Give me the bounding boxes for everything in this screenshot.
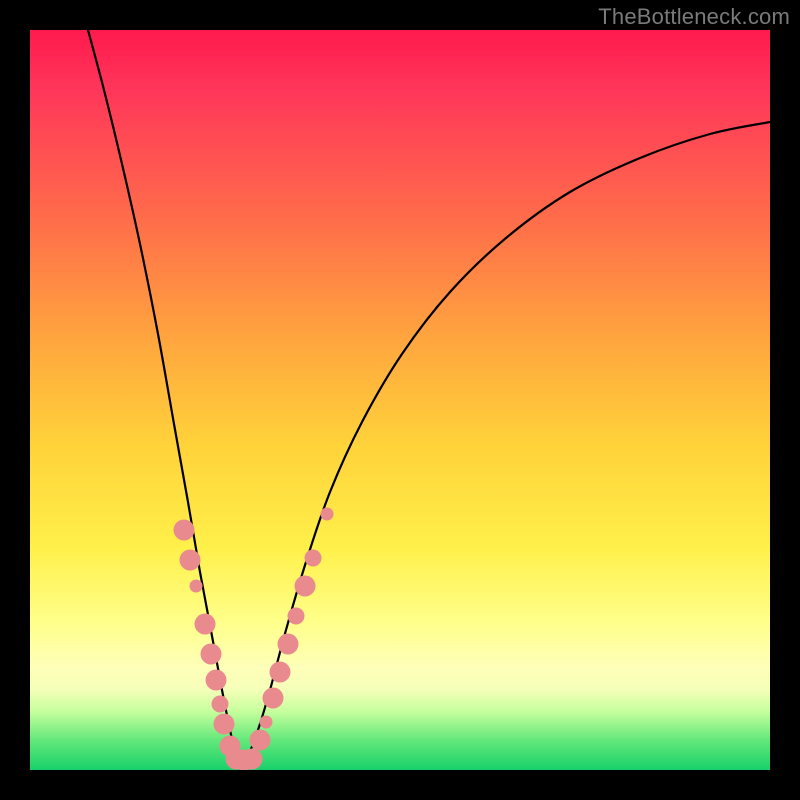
chart-frame: TheBottleneck.com <box>0 0 800 800</box>
data-dot <box>321 508 334 521</box>
data-dot <box>288 608 305 625</box>
data-dot <box>263 688 284 709</box>
data-dot <box>190 580 203 593</box>
data-dot <box>195 614 216 635</box>
data-dot <box>278 634 299 655</box>
data-dots <box>174 508 334 771</box>
data-dot <box>174 520 195 541</box>
data-dot <box>260 716 273 729</box>
plot-area <box>30 30 770 770</box>
watermark-text: TheBottleneck.com <box>598 4 790 30</box>
data-dot <box>305 550 322 567</box>
data-dot <box>242 749 263 770</box>
data-dot <box>206 670 227 691</box>
data-dot <box>201 644 222 665</box>
data-dot <box>295 576 316 597</box>
data-dot <box>212 696 229 713</box>
chart-svg <box>30 30 770 770</box>
data-dot <box>270 662 291 683</box>
data-dot <box>180 550 201 571</box>
right-branch-curve <box>240 122 770 768</box>
data-dot <box>250 730 271 751</box>
data-dot <box>214 714 235 735</box>
